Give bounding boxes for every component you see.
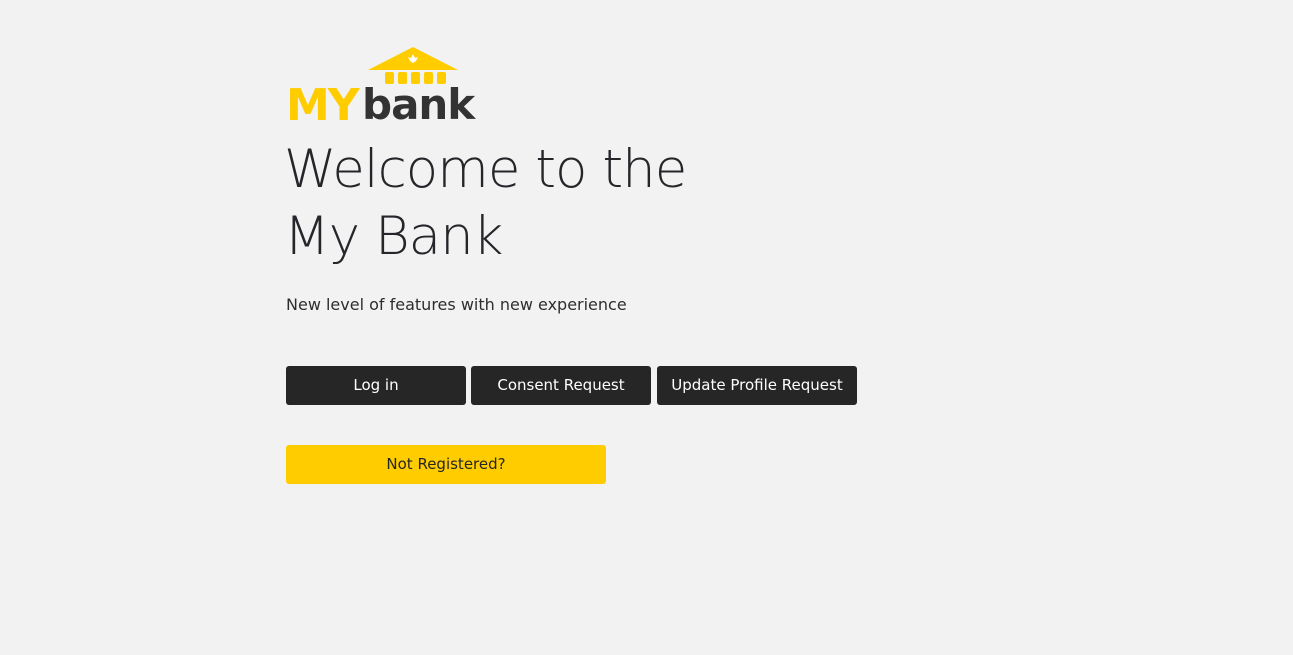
landing-page: MY bank Welcome to the My Bank New level… <box>0 0 1293 655</box>
logo-text-my: MY <box>286 80 361 122</box>
welcome-title-line1: Welcome to the <box>284 139 687 200</box>
update-profile-request-button[interactable]: Update Profile Request <box>657 366 857 405</box>
mybank-logo: MY bank <box>286 47 477 122</box>
consent-request-button[interactable]: Consent Request <box>471 366 651 405</box>
welcome-title: Welcome to the My Bank <box>284 136 844 270</box>
not-registered-button[interactable]: Not Registered? <box>286 445 606 484</box>
login-button[interactable]: Log in <box>286 366 466 405</box>
welcome-title-line2: My Bank <box>284 206 503 267</box>
logo-text-bank: bank <box>362 80 476 122</box>
welcome-subtitle: New level of features with new experienc… <box>286 295 627 314</box>
